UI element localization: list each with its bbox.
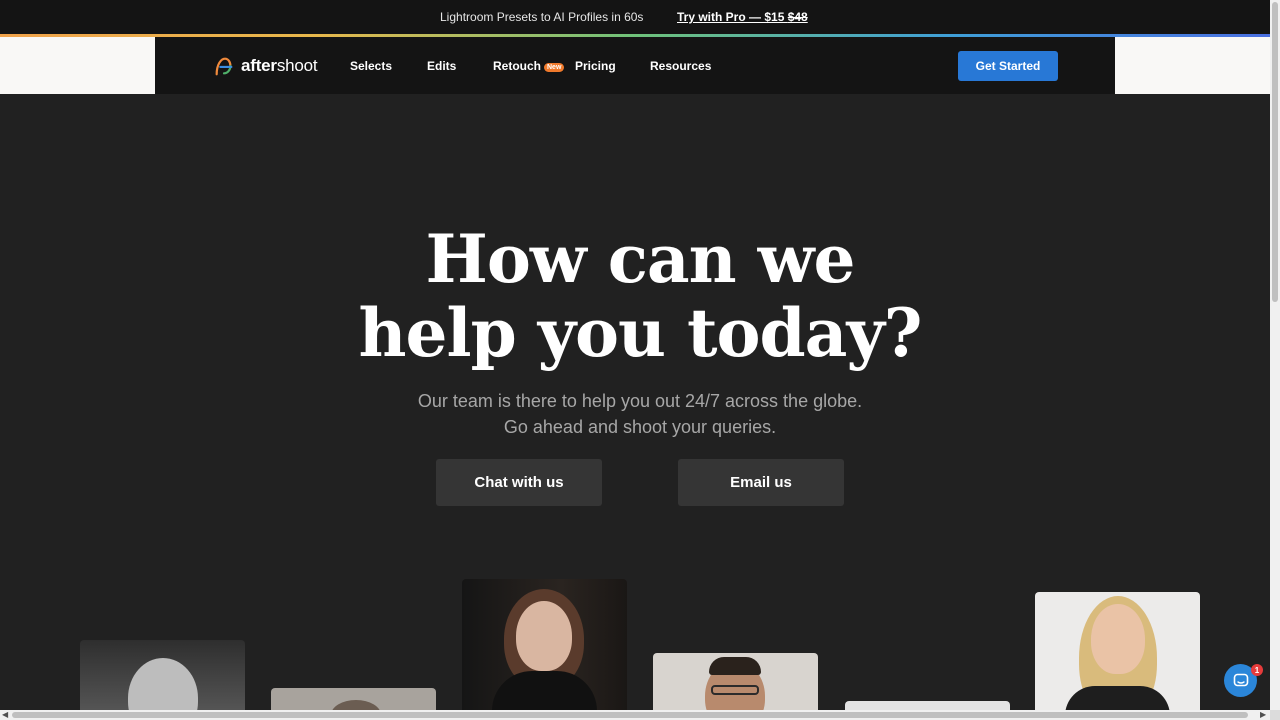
- announcement-bar: Lightroom Presets to AI Profiles in 60s …: [0, 0, 1270, 34]
- glasses-icon: [711, 685, 759, 695]
- hero-subtitle-line2: Go ahead and shoot your queries.: [503, 417, 777, 437]
- try-pro-link-label: Try with Pro — $15: [677, 10, 788, 24]
- nav-item-edits[interactable]: Edits: [427, 59, 456, 73]
- nav-side-right: [1115, 37, 1270, 94]
- logo-wordmark: aftershoot: [241, 56, 318, 75]
- aftershoot-logo-icon: [215, 57, 233, 76]
- main-navigation: aftershoot Selects Edits Retouch New Pric…: [155, 37, 1115, 94]
- chat-with-us-button[interactable]: Chat with us: [436, 459, 602, 506]
- unread-count-badge: 1: [1251, 664, 1263, 676]
- email-us-button[interactable]: Email us: [678, 459, 844, 506]
- scrollbar-corner: [1270, 710, 1280, 720]
- horizontal-scroll-thumb[interactable]: [12, 712, 1248, 718]
- nav-item-retouch-label: Retouch: [493, 59, 541, 73]
- nav-item-resources[interactable]: Resources: [650, 59, 711, 73]
- team-photo-4-hair: [709, 657, 761, 675]
- team-photo-3: [462, 579, 627, 720]
- announcement-text: Lightroom Presets to AI Profiles in 60s: [440, 10, 644, 24]
- team-photo-3-face: [516, 601, 572, 671]
- try-pro-link[interactable]: Try with Pro — $15 $48: [677, 10, 808, 24]
- team-photo-1: [80, 640, 245, 720]
- nav-item-retouch[interactable]: Retouch New: [493, 59, 565, 73]
- team-photo-6-face: [1091, 604, 1145, 674]
- hero-title: How can we help you today?: [0, 222, 1280, 370]
- nav-side-left: [0, 37, 155, 94]
- nav-item-pricing[interactable]: Pricing: [575, 59, 616, 73]
- aftershoot-logo[interactable]: aftershoot: [213, 55, 318, 77]
- scroll-left-arrow-icon[interactable]: ◀: [2, 710, 8, 720]
- hero-subtitle: Our team is there to help you out 24/7 a…: [0, 388, 1280, 440]
- original-price: $48: [787, 10, 808, 24]
- nav-item-selects[interactable]: Selects: [350, 59, 392, 73]
- new-badge: New: [544, 63, 565, 72]
- chat-bubble-icon: [1233, 673, 1248, 686]
- get-started-button[interactable]: Get Started: [958, 51, 1058, 81]
- hero-subtitle-line1: Our team is there to help you out 24/7 a…: [417, 391, 863, 411]
- team-photo-6: [1035, 592, 1200, 720]
- hero-title-line2: help you today?: [358, 294, 923, 372]
- hero-title-line1: How can we: [425, 220, 856, 298]
- vertical-scroll-thumb[interactable]: [1272, 2, 1278, 302]
- scroll-right-arrow-icon[interactable]: ▶: [1260, 710, 1266, 720]
